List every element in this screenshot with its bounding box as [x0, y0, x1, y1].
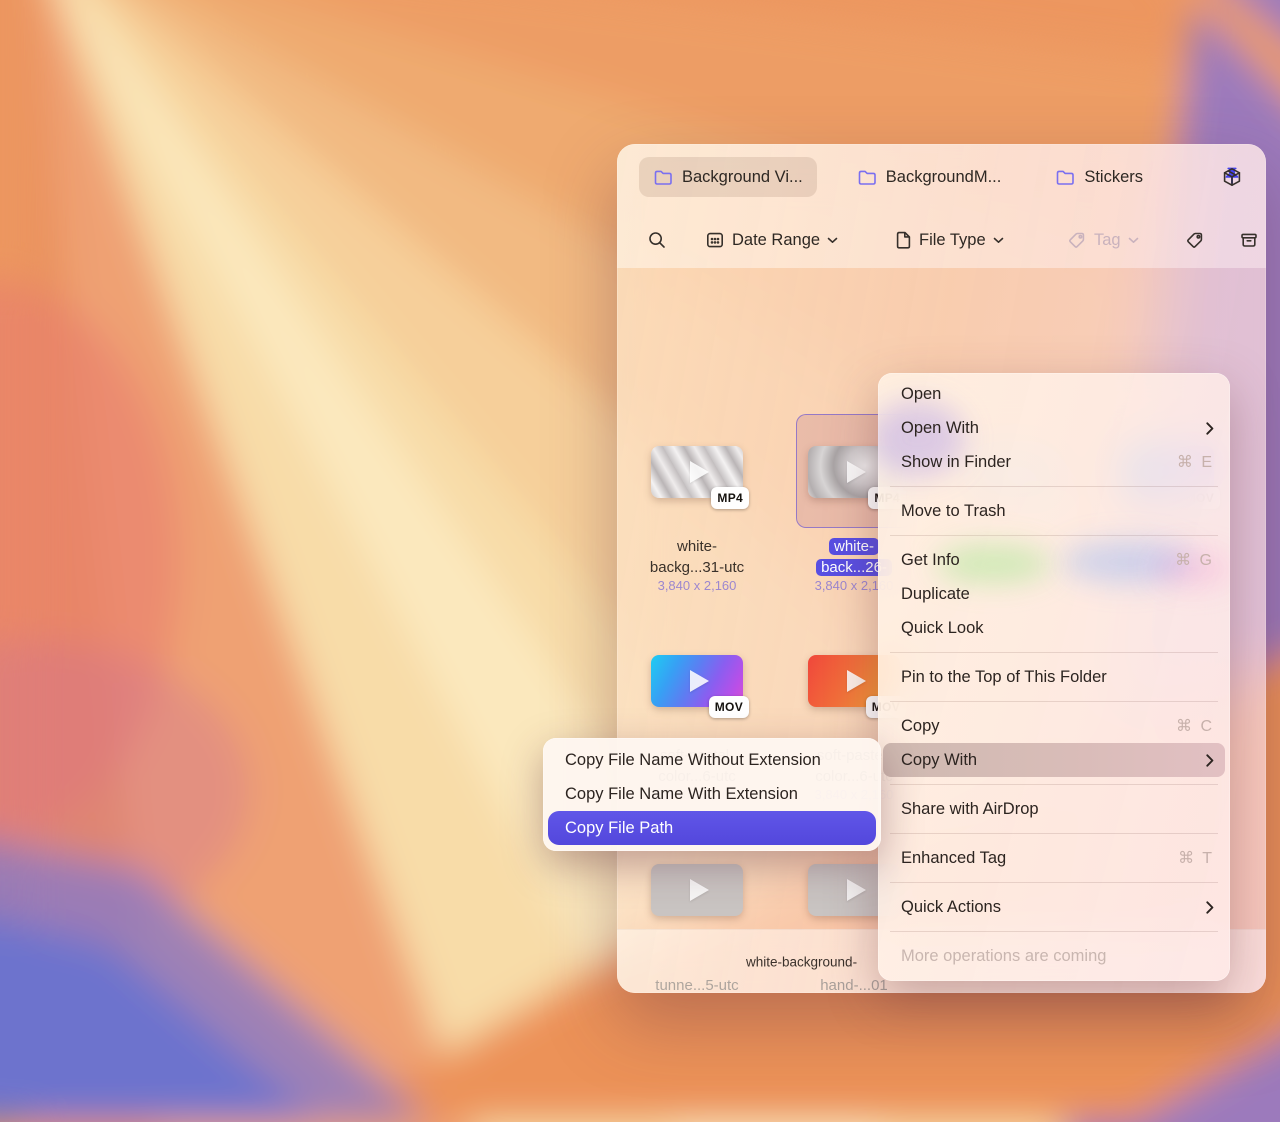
- package-button[interactable]: [1210, 157, 1254, 197]
- menu-item-duplicate[interactable]: Duplicate: [878, 577, 1230, 611]
- filter-label: Date Range: [732, 231, 820, 250]
- menu-item-more-operations-are-coming: More operations are coming: [878, 939, 1230, 973]
- submenu-item-label: Copy File Name Without Extension: [565, 751, 821, 770]
- folder-tabs: Background Vi... BackgroundM... Stickers: [639, 157, 1157, 197]
- menu-divider: [890, 882, 1218, 883]
- video-thumbnail: [651, 864, 743, 916]
- folder-icon: [653, 167, 673, 187]
- format-badge: MOV: [709, 696, 749, 718]
- menu-item-quick-look[interactable]: Quick Look: [878, 611, 1230, 645]
- menu-item-open[interactable]: Open: [878, 377, 1230, 411]
- tab-label: Stickers: [1084, 168, 1143, 187]
- menu-divider: [890, 701, 1218, 702]
- tag-icon: [1067, 230, 1087, 250]
- play-icon: [690, 879, 709, 901]
- search-button[interactable]: [647, 218, 667, 262]
- menu-divider: [890, 486, 1218, 487]
- play-icon: [847, 670, 866, 692]
- chevron-right-icon: [1206, 901, 1214, 914]
- filter-date-range[interactable]: Date Range: [705, 230, 838, 250]
- archive-icon: [1239, 230, 1259, 250]
- menu-item-label: Open With: [901, 419, 979, 438]
- menu-item-pin-to-the-top-of-this-folder[interactable]: Pin to the Top of This Folder: [878, 660, 1230, 694]
- menu-item-copy[interactable]: Copy ⌘ C: [878, 709, 1230, 743]
- chevron-right-icon: [1206, 422, 1214, 435]
- search-icon: [647, 230, 667, 250]
- menu-item-share-with-airdrop[interactable]: Share with AirDrop: [878, 792, 1230, 826]
- folder-icon: [857, 167, 877, 187]
- toolbar: Date Range File Type Tag: [617, 218, 1266, 262]
- menu-item-label: Get Info: [901, 551, 960, 570]
- submenu-item-copy-file-path[interactable]: Copy File Path: [548, 811, 876, 845]
- menu-item-label: More operations are coming: [901, 947, 1106, 966]
- menu-divider: [890, 931, 1218, 932]
- filter-label: Tag: [1094, 231, 1121, 250]
- menu-item-label: Quick Look: [901, 619, 984, 638]
- menu-item-show-in-finder[interactable]: Show in Finder ⌘ E: [878, 445, 1230, 479]
- calendar-icon: [705, 230, 725, 250]
- menu-item-label: Pin to the Top of This Folder: [901, 668, 1107, 687]
- file-name: white-backg...31-utc: [627, 536, 767, 578]
- menu-shortcut: ⌘ C: [1176, 716, 1214, 736]
- package-icon: [1221, 166, 1243, 188]
- chevron-down-icon: [827, 237, 838, 244]
- menu-item-label: Enhanced Tag: [901, 849, 1006, 868]
- tag-icon: [1185, 230, 1205, 250]
- menu-divider: [890, 784, 1218, 785]
- menu-item-quick-actions[interactable]: Quick Actions: [878, 890, 1230, 924]
- archive-button[interactable]: [1239, 218, 1259, 262]
- menu-item-enhanced-tag[interactable]: Enhanced Tag ⌘ T: [878, 841, 1230, 875]
- menu-item-label: Share with AirDrop: [901, 800, 1039, 819]
- file-icon: [894, 230, 912, 250]
- chevron-right-icon: [1206, 754, 1214, 767]
- menu-item-open-with[interactable]: Open With: [878, 411, 1230, 445]
- tab-stickers[interactable]: Stickers: [1041, 157, 1157, 197]
- menu-divider: [890, 833, 1218, 834]
- tab-background-vi[interactable]: Background Vi...: [639, 157, 817, 197]
- menu-item-label: Copy With: [901, 751, 977, 770]
- tab-label: BackgroundM...: [886, 168, 1002, 187]
- menu-divider: [890, 652, 1218, 653]
- filter-tag[interactable]: Tag: [1067, 230, 1139, 250]
- play-icon: [847, 879, 866, 901]
- tab-label: Background Vi...: [682, 168, 803, 187]
- menu-item-label: Copy: [901, 717, 940, 736]
- tag-button[interactable]: [1185, 218, 1205, 262]
- filter-label: File Type: [919, 231, 986, 250]
- menu-divider: [890, 535, 1218, 536]
- menu-item-label: Open: [901, 385, 941, 404]
- menu-item-move-to-trash[interactable]: Move to Trash: [878, 494, 1230, 528]
- video-thumbnail: MOV: [651, 655, 743, 707]
- format-badge: MP4: [711, 487, 749, 509]
- menu-item-get-info[interactable]: Get Info ⌘ G: [878, 543, 1230, 577]
- chevron-down-icon: [1128, 237, 1139, 244]
- status-filename: white-background-: [746, 954, 857, 969]
- copy-with-submenu: Copy File Name Without Extension Copy Fil…: [543, 738, 881, 851]
- context-menu: Open Open With Show in Finder ⌘ E Move to Tr…: [878, 373, 1230, 981]
- chevron-down-icon: [993, 237, 1004, 244]
- file-item[interactable]: MP4 white-backg...31-utc3,840 x 2,160: [627, 446, 767, 636]
- file-dimensions: 3,840 x 2,160: [627, 578, 767, 593]
- folder-icon: [1055, 167, 1075, 187]
- menu-item-copy-with[interactable]: Copy With: [883, 743, 1225, 777]
- video-thumbnail: MP4: [651, 446, 743, 498]
- submenu-item-label: Copy File Path: [565, 819, 673, 838]
- play-icon: [690, 461, 709, 483]
- menu-item-label: Duplicate: [901, 585, 970, 604]
- filter-file-type[interactable]: File Type: [894, 230, 1004, 250]
- title-actions: [1210, 157, 1266, 197]
- menu-item-label: Show in Finder: [901, 453, 1011, 472]
- menu-shortcut: ⌘ T: [1178, 848, 1214, 868]
- menu-shortcut: ⌘ E: [1177, 452, 1214, 472]
- play-icon: [847, 461, 866, 483]
- menu-item-label: Quick Actions: [901, 898, 1001, 917]
- menu-item-label: Move to Trash: [901, 502, 1006, 521]
- play-icon: [690, 670, 709, 692]
- submenu-item-label: Copy File Name With Extension: [565, 785, 798, 804]
- submenu-item-copy-file-name-without-extension[interactable]: Copy File Name Without Extension: [543, 743, 881, 777]
- tab-backgroundm[interactable]: BackgroundM...: [843, 157, 1016, 197]
- menu-shortcut: ⌘ G: [1175, 550, 1214, 570]
- submenu-item-copy-file-name-with-extension[interactable]: Copy File Name With Extension: [543, 777, 881, 811]
